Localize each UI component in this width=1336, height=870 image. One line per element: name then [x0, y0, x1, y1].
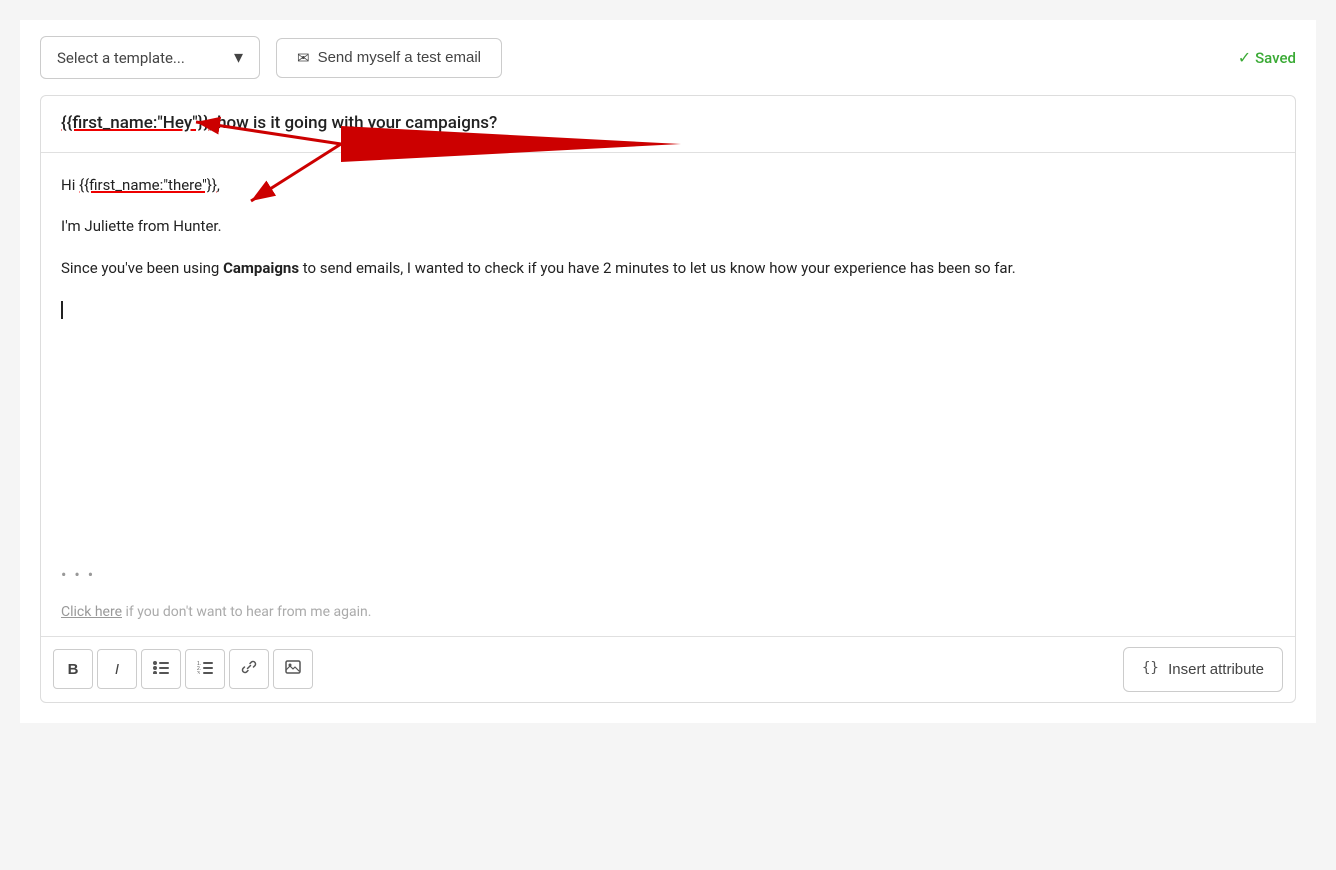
editor-body[interactable]: Hi {{first_name:"there"}}, I'm Juliette …	[41, 153, 1295, 553]
paragraph-2-before: Since you've been using	[61, 259, 223, 277]
greeting-var: {{first_name:"there"}}	[79, 176, 217, 194]
ellipsis-row: • • •	[41, 553, 1295, 596]
bold-button[interactable]: B	[53, 649, 93, 689]
italic-button[interactable]: I	[97, 649, 137, 689]
unordered-list-button[interactable]	[141, 649, 181, 689]
subject-text-after: , how is it going with your campaigns?	[209, 113, 497, 133]
saved-indicator: ✓ Saved	[1238, 48, 1296, 67]
editor-container: {{first_name:"Hey"}}, how is it going wi…	[40, 95, 1296, 703]
top-bar: Select a template... ▾ ✉ Send myself a t…	[20, 20, 1316, 95]
paragraph-2-bold: Campaigns	[223, 259, 299, 277]
text-cursor	[61, 301, 63, 319]
insert-attribute-label: Insert attribute	[1168, 661, 1264, 678]
template-select-label: Select a template...	[57, 49, 185, 67]
toolbar: B I	[41, 636, 1295, 702]
ordered-list-button[interactable]: 1. 2. 3.	[185, 649, 225, 689]
greeting-paragraph: Hi {{first_name:"there"}},	[61, 173, 1275, 199]
italic-icon: I	[115, 661, 119, 678]
chevron-down-icon: ▾	[234, 47, 243, 68]
unordered-list-icon	[153, 660, 169, 678]
bold-icon: B	[68, 661, 79, 678]
svg-text:{}: {}	[1142, 660, 1159, 676]
subject-line[interactable]: {{first_name:"Hey"}}, how is it going wi…	[41, 96, 1295, 153]
insert-attribute-button[interactable]: {} Insert attribute	[1123, 647, 1283, 692]
unsubscribe-row: Click here if you don't want to hear fro…	[41, 596, 1295, 636]
cursor-paragraph	[61, 297, 1275, 323]
unsubscribe-link[interactable]: Click here	[61, 604, 122, 620]
page-wrapper: Select a template... ▾ ✉ Send myself a t…	[20, 20, 1316, 723]
link-icon	[241, 659, 257, 679]
saved-label: Saved	[1255, 49, 1296, 67]
svg-text:3.: 3.	[197, 671, 201, 674]
paragraph-2: Since you've been using Campaigns to sen…	[61, 256, 1275, 282]
test-email-button[interactable]: ✉ Send myself a test email	[276, 38, 502, 78]
image-icon	[285, 660, 301, 678]
check-icon: ✓	[1238, 48, 1251, 67]
paragraph-2-after: to send emails, I wanted to check if you…	[299, 259, 1016, 277]
subject-template-var: {{first_name:"Hey"}}	[61, 113, 209, 133]
unsubscribe-text: if you don't want to hear from me again.	[122, 604, 371, 620]
envelope-icon: ✉	[297, 49, 310, 67]
ellipsis-icon: • • •	[61, 565, 95, 584]
greeting-suffix: ,	[217, 176, 220, 194]
ordered-list-icon: 1. 2. 3.	[197, 660, 213, 678]
greeting-prefix: Hi	[61, 176, 79, 194]
braces-icon: {}	[1142, 658, 1160, 681]
paragraph-1: I'm Juliette from Hunter.	[61, 214, 1275, 240]
image-button[interactable]	[273, 649, 313, 689]
template-select[interactable]: Select a template... ▾	[40, 36, 260, 79]
test-email-label: Send myself a test email	[318, 49, 481, 66]
link-button[interactable]	[229, 649, 269, 689]
